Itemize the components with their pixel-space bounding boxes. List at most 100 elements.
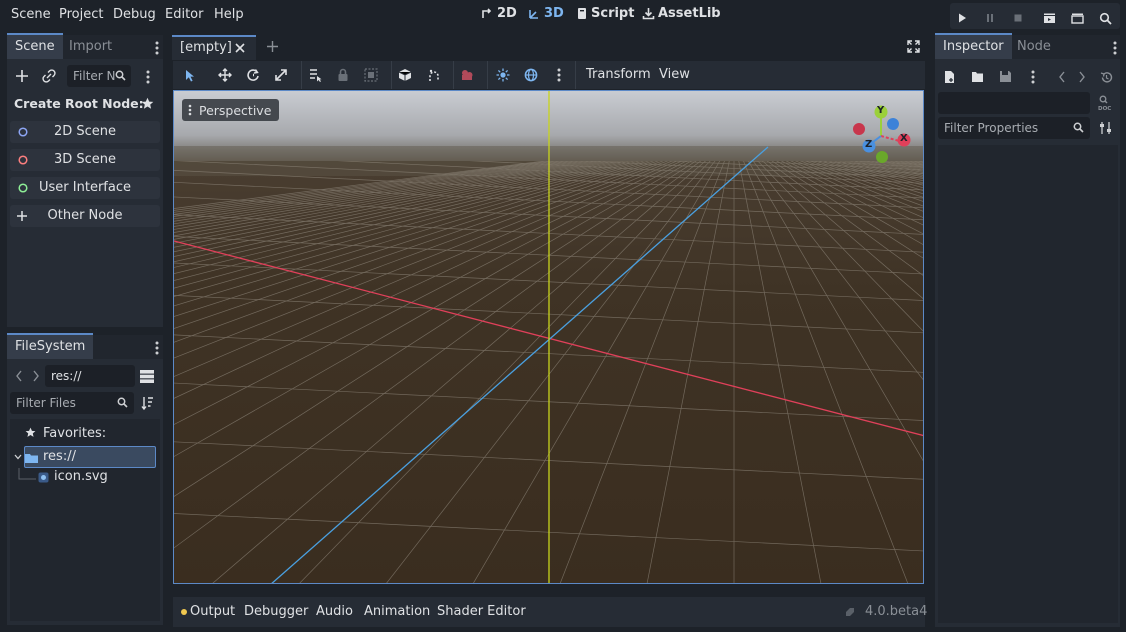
play-scene-button[interactable] [1037,6,1061,30]
history-forward-chevron-icon[interactable] [1078,71,1086,83]
tab-import[interactable]: Import [61,35,120,59]
sort-icon[interactable] [141,396,154,410]
scale-mode-icon[interactable] [274,68,288,82]
orientation-gizmo[interactable]: Y X Z [847,104,917,166]
add-scene-tab-icon[interactable] [266,40,279,53]
scene-filter-input[interactable]: Filter N [67,65,131,87]
workspace-3d-label: 3D [544,6,564,21]
open-folder-icon[interactable] [971,71,985,83]
menu-help[interactable]: Help [214,7,244,22]
3d-viewport[interactable]: Perspective Y X Z [173,90,924,584]
tab-debugger[interactable]: Debugger [244,604,308,619]
new-resource-icon[interactable] [944,70,956,84]
inspector-tabbar: Inspector Node [935,33,1120,59]
scene-tab-label: [empty] [180,40,232,55]
scene-options-icon[interactable] [146,70,150,84]
inspector-dock-menu-icon[interactable] [1113,41,1117,55]
output-status-dot [181,609,187,615]
local-space-icon[interactable] [398,68,412,82]
menu-scene[interactable]: Scene [11,7,51,22]
scene-dock: Scene Import Filter N Create Root Node: … [7,33,163,327]
tab-animation[interactable]: Animation [364,604,430,619]
play-button[interactable] [950,6,974,30]
favorites-label[interactable]: Favorites: [43,426,106,441]
root-user-interface-button[interactable]: User Interface [10,177,160,199]
pause-button[interactable] [978,6,1002,30]
distraction-free-icon[interactable] [907,40,920,53]
workspace-2d-button[interactable]: 2D [481,6,517,21]
move-mode-icon[interactable] [218,68,232,82]
rotate-mode-icon[interactable] [246,68,260,82]
add-node-button[interactable] [15,69,29,83]
menu-editor[interactable]: Editor [165,7,203,22]
root-2d-scene-label: 2D Scene [53,124,117,139]
menu-project[interactable]: Project [59,7,103,22]
tab-node[interactable]: Node [1009,35,1059,59]
workspace-3d-button[interactable]: 3D [528,6,564,21]
object-selector[interactable] [938,92,1090,114]
instance-scene-button[interactable] [42,69,56,83]
property-settings-icon[interactable] [1099,121,1112,135]
filesystem-path-input[interactable]: res:// [45,365,135,387]
tab-shader-editor[interactable]: Shader Editor [437,604,526,619]
movie-maker-button[interactable] [1093,6,1117,30]
history-back-chevron-icon[interactable] [1058,71,1066,83]
back-chevron-icon[interactable] [15,370,23,382]
perspective-menu-button[interactable]: Perspective [182,99,280,121]
menu-debug[interactable]: Debug [113,7,156,22]
camera-preview-icon[interactable] [460,68,474,82]
tab-audio[interactable]: Audio [316,604,353,619]
history-icon[interactable] [1100,71,1113,84]
inspector-property-list [938,145,1118,623]
sun-preview-icon[interactable] [496,68,510,82]
tab-output[interactable]: Output [190,604,235,619]
inspector-filter-input[interactable]: Filter Properties [938,117,1090,139]
save-icon[interactable] [999,70,1012,83]
toolbar-divider [453,61,454,89]
forward-chevron-icon[interactable] [32,370,40,382]
tab-scene[interactable]: Scene [7,33,63,59]
select-mode-icon[interactable] [184,69,196,82]
2d-icon [481,7,494,20]
root-2d-scene-button[interactable]: 2D Scene [10,121,160,143]
root-3d-scene-button[interactable]: 3D Scene [10,149,160,171]
stop-icon [1012,12,1024,24]
favorite-star-icon[interactable] [141,97,154,110]
environment-preview-icon[interactable] [524,68,538,82]
gizmo-y-label: Y [877,105,885,116]
assetlib-icon [642,7,655,20]
scene-tab-empty[interactable]: [empty] [172,35,256,60]
scene-dock-menu-icon[interactable] [155,41,159,55]
script-icon [576,7,588,20]
filesystem-filter-placeholder: Filter Files [16,396,76,410]
tab-inspector[interactable]: Inspector [935,33,1012,59]
inspector-options-icon[interactable] [1031,70,1035,84]
toggle-split-mode-icon[interactable] [140,370,154,383]
toolbar-divider [487,61,488,89]
open-docs-icon[interactable]: DOC [1097,95,1111,111]
lock-icon[interactable] [337,68,349,82]
filesystem-menu-icon[interactable] [155,341,159,355]
tab-filesystem[interactable]: FileSystem [7,333,94,359]
close-icon[interactable] [235,43,245,53]
root-3d-scene-label: 3D Scene [53,152,117,167]
preview-options-icon[interactable] [557,68,561,82]
transform-menu[interactable]: Transform [586,67,651,82]
root-other-node-button[interactable]: Other Node [10,205,160,227]
stop-button[interactable] [1006,6,1030,30]
group-icon[interactable] [364,68,378,82]
list-select-icon[interactable] [308,68,322,82]
filesystem-dock: FileSystem res:// Filter Files Favorites… [7,333,163,625]
filesystem-filter-input[interactable]: Filter Files [10,392,134,414]
chevron-down-icon[interactable] [14,453,22,461]
update-spinner-icon[interactable] [844,606,856,618]
plus-icon [16,70,28,82]
tree-item-res-root[interactable]: res:// [24,446,156,468]
view-menu[interactable]: View [659,67,690,82]
snap-icon[interactable] [427,68,441,82]
workspace-assetlib-button[interactable]: AssetLib [642,6,721,21]
workspace-script-button[interactable]: Script [576,6,634,21]
clapper-icon [1043,12,1056,24]
tree-item-file-label[interactable]: icon.svg [54,469,108,484]
play-custom-scene-button[interactable] [1065,6,1089,30]
